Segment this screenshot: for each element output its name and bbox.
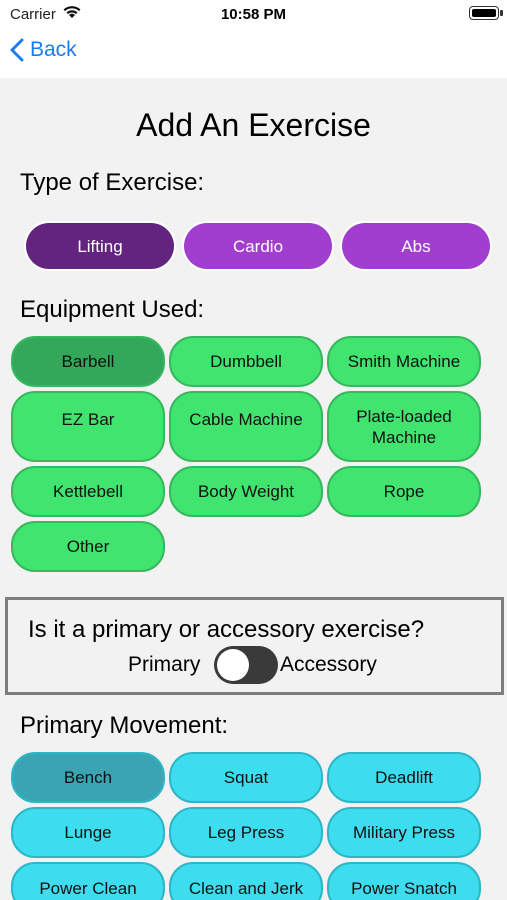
movement-squat-button[interactable]: Squat (169, 752, 323, 803)
primary-accessory-toggle[interactable] (214, 646, 278, 684)
type-cardio-button[interactable]: Cardio (184, 223, 332, 269)
equipment-rope-button[interactable]: Rope (327, 466, 481, 517)
equipment-ez-bar-button[interactable]: EZ Bar (11, 391, 165, 462)
type-lifting-button[interactable]: Lifting (26, 223, 174, 269)
type-abs-button[interactable]: Abs (342, 223, 490, 269)
accessory-label: Accessory (280, 653, 377, 676)
back-label: Back (30, 38, 77, 61)
battery-icon (469, 6, 503, 20)
chevron-left-icon (10, 38, 24, 62)
equipment-plate-loaded-machine-button[interactable]: Plate-loaded Machine (327, 391, 481, 462)
equipment-other-button[interactable]: Other (11, 521, 165, 572)
movement-clean-and-jerk-button[interactable]: Clean and Jerk (169, 862, 323, 900)
movement-deadlift-button[interactable]: Deadlift (327, 752, 481, 803)
equipment-cable-machine-button[interactable]: Cable Machine (169, 391, 323, 462)
movement-section-label: Primary Movement: (20, 712, 229, 739)
equipment-kettlebell-button[interactable]: Kettlebell (11, 466, 165, 517)
type-section-label: Type of Exercise: (20, 169, 205, 196)
movement-power-clean-button[interactable]: Power Clean (11, 862, 165, 900)
movement-leg-press-button[interactable]: Leg Press (169, 807, 323, 858)
equipment-barbell-button[interactable]: Barbell (11, 336, 165, 387)
primary-accessory-question: Is it a primary or accessory exercise? (28, 616, 425, 643)
equipment-section-label: Equipment Used: (20, 296, 205, 323)
status-bar: Carrier 10:58 PM (0, 0, 507, 28)
primary-accessory-panel: Is it a primary or accessory exercise? P… (5, 597, 504, 695)
movement-bench-button[interactable]: Bench (11, 752, 165, 803)
equipment-dumbbell-button[interactable]: Dumbbell (169, 336, 323, 387)
equipment-body-weight-button[interactable]: Body Weight (169, 466, 323, 517)
page-title: Add An Exercise (136, 107, 371, 143)
equipment-smith-machine-button[interactable]: Smith Machine (327, 336, 481, 387)
movement-military-press-button[interactable]: Military Press (327, 807, 481, 858)
movement-power-snatch-button[interactable]: Power Snatch (327, 862, 481, 900)
primary-label: Primary (128, 653, 201, 676)
toggle-knob (217, 649, 249, 681)
movement-lunge-button[interactable]: Lunge (11, 807, 165, 858)
status-time: 10:58 PM (220, 6, 287, 23)
navigation-bar: Carrier 10:58 PM Back (0, 0, 507, 78)
back-button[interactable]: Back (10, 38, 77, 62)
